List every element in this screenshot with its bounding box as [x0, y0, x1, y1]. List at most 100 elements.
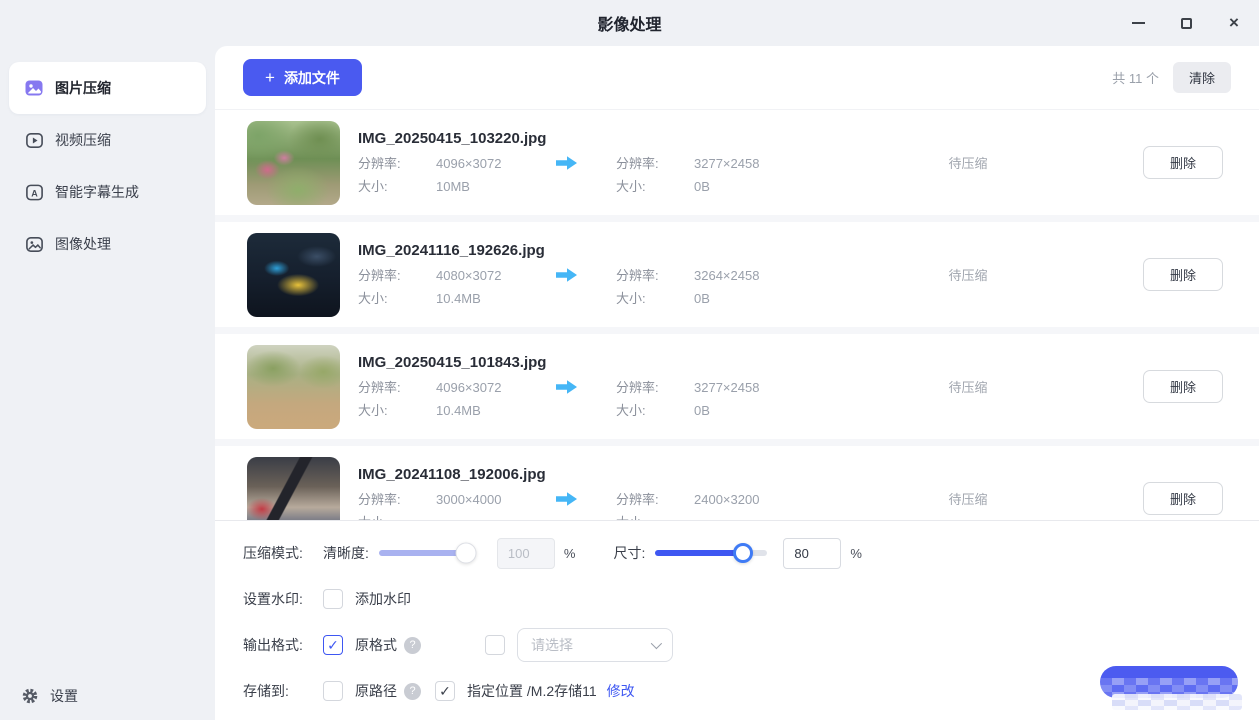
size-input[interactable]	[783, 538, 841, 569]
start-compress-button-censored[interactable]	[1100, 666, 1238, 712]
status-badge: 待压缩	[888, 265, 1048, 284]
size-slider[interactable]	[655, 550, 767, 556]
target-size: 0B	[694, 291, 812, 307]
resolution-label: 分辨率:	[358, 156, 436, 172]
source-size: 10MB	[436, 179, 554, 195]
gear-icon	[20, 686, 40, 706]
source-resolution: 4080×3072	[436, 268, 554, 284]
sidebar-item-label: 图片压缩	[55, 78, 111, 98]
file-name: IMG_20250415_103220.jpg	[358, 130, 888, 147]
close-button[interactable]: ×	[1225, 14, 1243, 32]
table-row: IMG_20250415_101843.jpg 分辨率:4096×3072 大小…	[243, 334, 1231, 439]
minimize-button[interactable]	[1129, 14, 1147, 32]
size-slider-handle[interactable]	[733, 543, 753, 563]
file-name: IMG_20250415_101843.jpg	[358, 354, 888, 371]
help-icon[interactable]: ?	[404, 637, 421, 654]
sidebar-item-subtitle-generate[interactable]: A 智能字幕生成	[9, 166, 206, 218]
save-to-row: 存储到: 原路径 ? ✓ 指定位置 /M.2存储11 修改	[243, 674, 1231, 708]
size-label: 大小:	[616, 179, 694, 195]
sidebar-item-image-compress[interactable]: 图片压缩	[9, 62, 206, 114]
maximize-icon	[1181, 18, 1192, 29]
delete-button[interactable]: 删除	[1143, 146, 1223, 179]
source-resolution: 4096×3072	[436, 380, 554, 396]
resolution-label: 分辨率:	[616, 380, 694, 396]
image-compress-icon	[24, 78, 44, 98]
sidebar-item-settings[interactable]: 设置	[20, 686, 78, 706]
target-size: 0B	[694, 403, 812, 419]
file-thumbnail	[247, 233, 340, 317]
minimize-icon	[1132, 22, 1145, 24]
file-toolbar: + 添加文件 共 11 个 清除	[215, 46, 1259, 110]
watermark-label: 设置水印:	[243, 589, 323, 609]
original-format-label: 原格式	[355, 635, 397, 655]
add-file-button[interactable]: + 添加文件	[243, 59, 362, 96]
row-separator	[215, 439, 1259, 446]
specified-location-checkbox[interactable]: ✓	[435, 681, 455, 701]
image-process-icon	[24, 234, 44, 254]
sidebar-item-label: 智能字幕生成	[55, 182, 139, 202]
plus-icon: +	[265, 68, 275, 88]
percent-sign: %	[564, 546, 576, 561]
compress-mode-label: 压缩模式:	[243, 543, 323, 563]
compress-mode-row: 压缩模式: 清晰度: % 尺寸: %	[243, 536, 1231, 570]
target-resolution: 3277×2458	[694, 380, 812, 396]
sidebar-item-label: 视频压缩	[55, 130, 111, 150]
file-name: IMG_20241108_192006.jpg	[358, 466, 888, 483]
output-format-label: 输出格式:	[243, 635, 323, 655]
file-info: IMG_20241116_192626.jpg 分辨率:4080×3072 大小…	[358, 242, 888, 307]
size-label: 大小:	[616, 403, 694, 419]
arrow-right-icon	[554, 267, 616, 307]
row-separator	[215, 215, 1259, 222]
sidebar-item-image-process[interactable]: 图像处理	[9, 218, 206, 270]
format-select[interactable]: 请选择	[517, 628, 673, 662]
chevron-down-icon	[651, 638, 662, 649]
source-resolution: 3000×4000	[436, 492, 554, 508]
add-watermark-label: 添加水印	[355, 589, 411, 609]
sidebar: 图片压缩 视频压缩 A 智能字幕生成 图像处理 设置	[0, 46, 215, 720]
delete-button[interactable]: 删除	[1143, 482, 1223, 515]
app-window: 影像处理 × 图片压缩 视频压缩 A 智能字幕生成	[0, 0, 1259, 720]
clarity-input[interactable]	[497, 538, 555, 569]
add-watermark-checkbox[interactable]	[323, 589, 343, 609]
maximize-button[interactable]	[1177, 14, 1195, 32]
arrow-right-icon	[554, 379, 616, 419]
clarity-slider[interactable]	[379, 550, 475, 556]
titlebar: 影像处理 ×	[0, 0, 1259, 46]
original-format-checkbox[interactable]: ✓	[323, 635, 343, 655]
window-controls: ×	[1129, 0, 1243, 46]
status-badge: 待压缩	[888, 153, 1048, 172]
custom-format-checkbox[interactable]	[485, 635, 505, 655]
source-size: 10.4MB	[436, 291, 554, 307]
resolution-label: 分辨率:	[358, 380, 436, 396]
percent-sign: %	[850, 546, 862, 561]
format-select-placeholder: 请选择	[531, 635, 573, 655]
original-path-label: 原路径	[355, 681, 397, 701]
table-row: IMG_20250415_103220.jpg 分辨率:4096×3072 大小…	[243, 110, 1231, 215]
delete-button[interactable]: 删除	[1143, 370, 1223, 403]
window-title: 影像处理	[597, 11, 661, 35]
main-panel: + 添加文件 共 11 个 清除 IMG_20250415_103220.jpg…	[215, 46, 1259, 720]
file-info: IMG_20241108_192006.jpg 分辨率:3000×4000 大小…	[358, 466, 888, 520]
row-separator	[215, 327, 1259, 334]
clear-button[interactable]: 清除	[1173, 62, 1231, 93]
toolbar-right: 共 11 个 清除	[1112, 62, 1231, 93]
clarity-slider-handle[interactable]	[455, 543, 476, 564]
modify-link[interactable]: 修改	[607, 681, 635, 701]
clarity-label: 清晰度:	[323, 543, 369, 563]
check-icon: ✓	[327, 637, 339, 654]
size-label: 大小:	[358, 179, 436, 195]
add-file-label: 添加文件	[284, 68, 340, 88]
arrow-right-icon	[554, 491, 616, 520]
resolution-label: 分辨率:	[358, 268, 436, 284]
output-format-row: 输出格式: ✓ 原格式 ? 请选择	[243, 628, 1231, 662]
sidebar-item-video-compress[interactable]: 视频压缩	[9, 114, 206, 166]
settings-panel: 压缩模式: 清晰度: % 尺寸: % 设置水印: 添加水印	[215, 520, 1259, 720]
status-badge: 待压缩	[888, 489, 1048, 508]
target-size: 0B	[694, 179, 812, 195]
svg-text:A: A	[31, 188, 38, 198]
delete-button[interactable]: 删除	[1143, 258, 1223, 291]
mosaic-overlay	[1112, 694, 1242, 710]
help-icon[interactable]: ?	[404, 683, 421, 700]
size-label: 大小:	[358, 291, 436, 307]
original-path-checkbox[interactable]	[323, 681, 343, 701]
